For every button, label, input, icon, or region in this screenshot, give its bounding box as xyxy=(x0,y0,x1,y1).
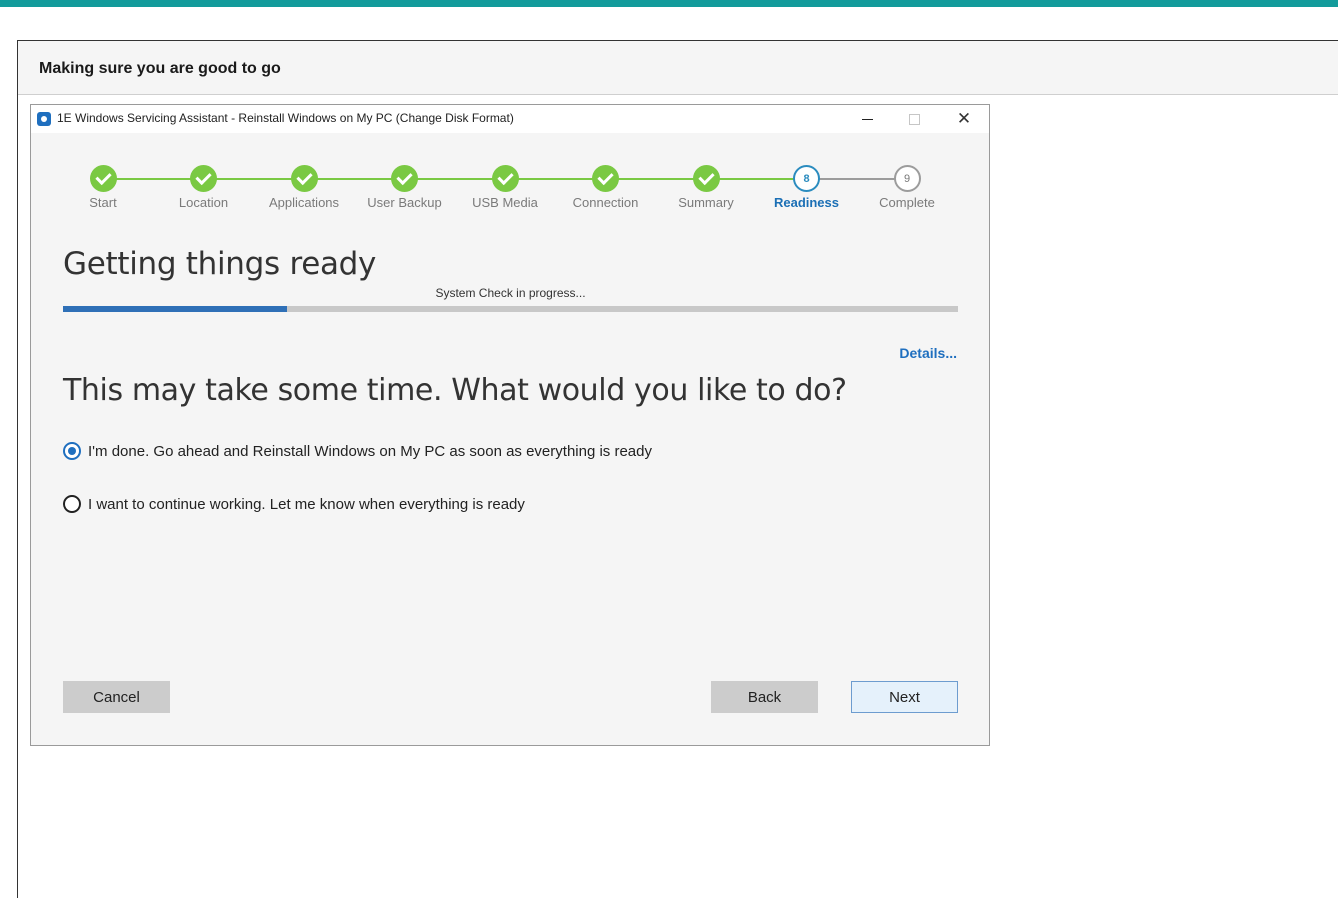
check-glyph xyxy=(195,168,212,186)
progress-label: System Check in progress... xyxy=(435,286,586,300)
question-text: This may take some time. What would you … xyxy=(63,373,847,408)
step-label: Connection xyxy=(572,195,639,210)
step-label: Summary xyxy=(678,195,734,210)
check-glyph xyxy=(597,168,614,186)
step-label: User Backup xyxy=(367,195,442,210)
check-glyph xyxy=(697,168,715,186)
check-glyph xyxy=(295,168,313,186)
progress-bar-fill xyxy=(63,306,287,312)
step-label: USB Media xyxy=(472,195,538,210)
step-number-badge: 8 xyxy=(793,165,820,192)
step-connection: Connection xyxy=(556,165,656,210)
back-button[interactable]: Back xyxy=(711,681,818,713)
page-title: Making sure you are good to go xyxy=(39,60,281,77)
radio-button-unchecked[interactable] xyxy=(63,495,81,513)
checkmark-icon xyxy=(592,165,619,192)
step-readiness: 8 Readiness xyxy=(757,165,857,210)
check-glyph xyxy=(94,168,112,186)
option-continue-radio[interactable]: I want to continue working. Let me know … xyxy=(63,495,525,513)
step-number-badge: 9 xyxy=(893,165,921,192)
step-usb-media: USB Media xyxy=(455,165,555,210)
step-user-backup: User Backup xyxy=(355,165,455,210)
step-label: Readiness xyxy=(773,195,840,210)
section-heading: Getting things ready xyxy=(63,246,377,282)
check-glyph xyxy=(496,168,514,186)
option-reinstall-radio[interactable]: I'm done. Go ahead and Reinstall Windows… xyxy=(63,442,652,460)
step-summary: Summary xyxy=(656,165,756,210)
wizard-stepper: Start Location Applications User Backup USB … xyxy=(31,105,989,225)
check-glyph xyxy=(396,168,413,186)
checkmark-icon xyxy=(290,165,318,192)
step-label: Location xyxy=(178,195,229,210)
step-start: Start xyxy=(53,165,153,210)
progress-bar xyxy=(63,306,958,312)
option-continue-label: I want to continue working. Let me know … xyxy=(88,495,525,513)
step-label: Start xyxy=(89,195,117,210)
radio-button-checked[interactable] xyxy=(63,442,81,460)
checkmark-icon xyxy=(391,165,418,192)
cancel-button[interactable]: Cancel xyxy=(63,681,170,713)
next-button[interactable]: Next xyxy=(851,681,958,713)
option-reinstall-label: I'm done. Go ahead and Reinstall Windows… xyxy=(88,442,652,460)
wizard-window: 1E Windows Servicing Assistant - Reinsta… xyxy=(30,104,990,746)
step-location: Location xyxy=(154,165,254,210)
step-complete: 9 Complete xyxy=(857,165,957,210)
step-applications: Applications xyxy=(254,165,354,210)
step-label: Complete xyxy=(879,195,935,210)
checkmark-icon xyxy=(491,165,519,192)
top-accent-strip xyxy=(0,0,1338,7)
checkmark-icon xyxy=(89,165,117,192)
checkmark-icon xyxy=(692,165,720,192)
checkmark-icon xyxy=(190,165,217,192)
page-header: Making sure you are good to go xyxy=(18,41,1338,95)
details-link[interactable]: Details... xyxy=(899,345,957,361)
radio-dot xyxy=(68,447,76,455)
step-label: Applications xyxy=(268,195,340,210)
